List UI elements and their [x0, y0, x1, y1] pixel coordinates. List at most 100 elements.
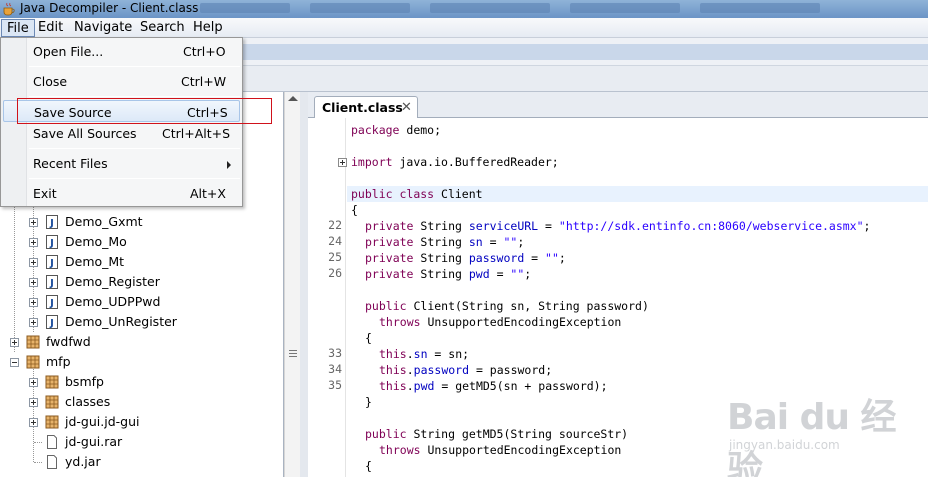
menu-separator [29, 66, 240, 67]
line-number: 35 [328, 378, 342, 392]
tree-item-label: yd.jar [65, 454, 101, 469]
scroll-up-icon[interactable] [288, 96, 298, 101]
tree-item[interactable]: J Demo_Gxmt [0, 212, 283, 232]
java-file-icon: J [46, 275, 58, 289]
menu-search[interactable]: Search [135, 19, 190, 37]
java-file-icon: J [46, 235, 58, 249]
keyword: import [351, 155, 393, 169]
code-text: Client(String sn, String password) [406, 299, 649, 313]
menu-item-close[interactable]: Close Ctrl+W [3, 70, 240, 92]
tree-item[interactable]: J Demo_Mt [0, 252, 283, 272]
menu-navigate[interactable]: Navigate [69, 19, 137, 37]
tree-item[interactable]: yd.jar [0, 452, 283, 472]
code-line: private String pwd = ""; [365, 266, 531, 282]
code-text: ; [863, 219, 871, 233]
tree-item-label: bsmfp [65, 374, 104, 389]
tree-item[interactable]: J Demo_Register [0, 272, 283, 292]
code-line: public class Client [351, 186, 483, 202]
line-gutter: 22 24 25 26 33 34 35 [308, 118, 347, 477]
expand-toggle-icon[interactable] [10, 338, 19, 347]
string-literal: "" [510, 267, 525, 281]
code-text: UnsupportedEncodingException [420, 315, 622, 329]
code-text: ; [524, 267, 532, 281]
expand-toggle-icon[interactable] [29, 378, 38, 387]
code-line: { [351, 202, 358, 218]
line-number: 25 [328, 250, 342, 264]
tree-item[interactable]: fwdfwd [0, 332, 283, 352]
menu-bar: File Edit Navigate Search Help [0, 18, 928, 38]
code-line: public String getMD5(String sourceStr) [365, 426, 628, 442]
submenu-arrow-icon [227, 161, 231, 169]
expand-toggle-icon[interactable] [29, 218, 38, 227]
code-line: private String password = ""; [365, 250, 566, 266]
tree-item-label: jd-gui.rar [65, 434, 123, 449]
collapse-toggle-icon[interactable] [10, 358, 19, 367]
menu-item-open-file[interactable]: Open File... Ctrl+O [3, 40, 240, 62]
code-line: this.pwd = getMD5(sn + password); [379, 378, 608, 394]
background-window-blur [310, 3, 410, 13]
code-text: String [413, 219, 469, 233]
code-line: { [365, 458, 372, 474]
annotation-highlight-box [17, 98, 272, 124]
tree-item-label: jd-gui.jd-gui [65, 414, 140, 429]
tree-item[interactable]: J Demo_Mo [0, 232, 283, 252]
line-number: 34 [328, 362, 342, 376]
code-line: throws UnsupportedEncodingException [379, 442, 621, 458]
code-text: = [489, 267, 511, 281]
background-window-blur [200, 3, 290, 13]
tree-item[interactable]: jd-gui.jd-gui [0, 412, 283, 432]
keyword: class [399, 187, 435, 201]
tree-item[interactable]: mfp [0, 352, 283, 372]
close-icon[interactable]: ✕ [401, 100, 412, 115]
menu-edit[interactable]: Edit [33, 19, 68, 37]
code-text: String [413, 267, 469, 281]
menu-file[interactable]: File [1, 19, 35, 37]
tree-item[interactable]: bsmfp [0, 372, 283, 392]
fold-expand-icon[interactable] [338, 158, 347, 167]
expand-toggle-icon[interactable] [29, 278, 38, 287]
code-line: import java.io.BufferedReader; [351, 154, 559, 170]
keyword: private [365, 219, 414, 233]
line-number: 33 [328, 346, 342, 360]
code-text: ; [558, 251, 566, 265]
java-file-icon: J [46, 255, 58, 269]
code-text: = getMD5(sn + password); [434, 379, 608, 393]
menu-item-shortcut: Ctrl+Alt+S [162, 126, 231, 141]
expand-toggle-icon[interactable] [29, 238, 38, 247]
code-line: } [365, 394, 372, 410]
keyword: throws [379, 315, 421, 329]
menu-item-shortcut: Ctrl+O [183, 44, 226, 59]
menu-separator [29, 96, 240, 97]
tree-item[interactable]: J Demo_UnRegister [0, 312, 283, 332]
toolbar-strip [240, 44, 928, 60]
menu-item-recent-files[interactable]: Recent Files [3, 152, 240, 174]
tree-item-label: fwdfwd [46, 334, 91, 349]
expand-toggle-icon[interactable] [29, 318, 38, 327]
menu-item-save-all-sources[interactable]: Save All Sources Ctrl+Alt+S [3, 122, 240, 144]
tree-scrollbar[interactable] [284, 92, 300, 477]
code-text: { [365, 331, 372, 345]
expand-toggle-icon[interactable] [29, 258, 38, 267]
tree-item-label: Demo_UDPPwd [65, 294, 161, 309]
code-text: ; [517, 235, 525, 249]
line-number: 24 [328, 234, 342, 248]
keyword: private [365, 267, 414, 281]
keyword: throws [379, 443, 421, 457]
tree-item[interactable]: jd-gui.rar [0, 432, 283, 452]
code-text: . [406, 347, 414, 361]
tree-item[interactable]: classes [0, 392, 283, 412]
svg-text:J: J [49, 258, 54, 269]
field-name: serviceURL [468, 219, 539, 233]
scroll-thumb-grip[interactable] [289, 350, 297, 359]
menu-item-label: Exit [33, 186, 57, 201]
menu-item-exit[interactable]: Exit Alt+X [3, 182, 240, 204]
tree-item[interactable]: J Demo_UDPPwd [0, 292, 283, 312]
code-text: . [406, 379, 414, 393]
tab-client-class[interactable]: Client.class ✕ [314, 96, 418, 118]
keyword: package [351, 123, 400, 137]
expand-toggle-icon[interactable] [29, 418, 38, 427]
menu-help[interactable]: Help [188, 19, 228, 37]
pane-splitter[interactable] [300, 92, 308, 477]
expand-toggle-icon[interactable] [29, 398, 38, 407]
expand-toggle-icon[interactable] [29, 298, 38, 307]
